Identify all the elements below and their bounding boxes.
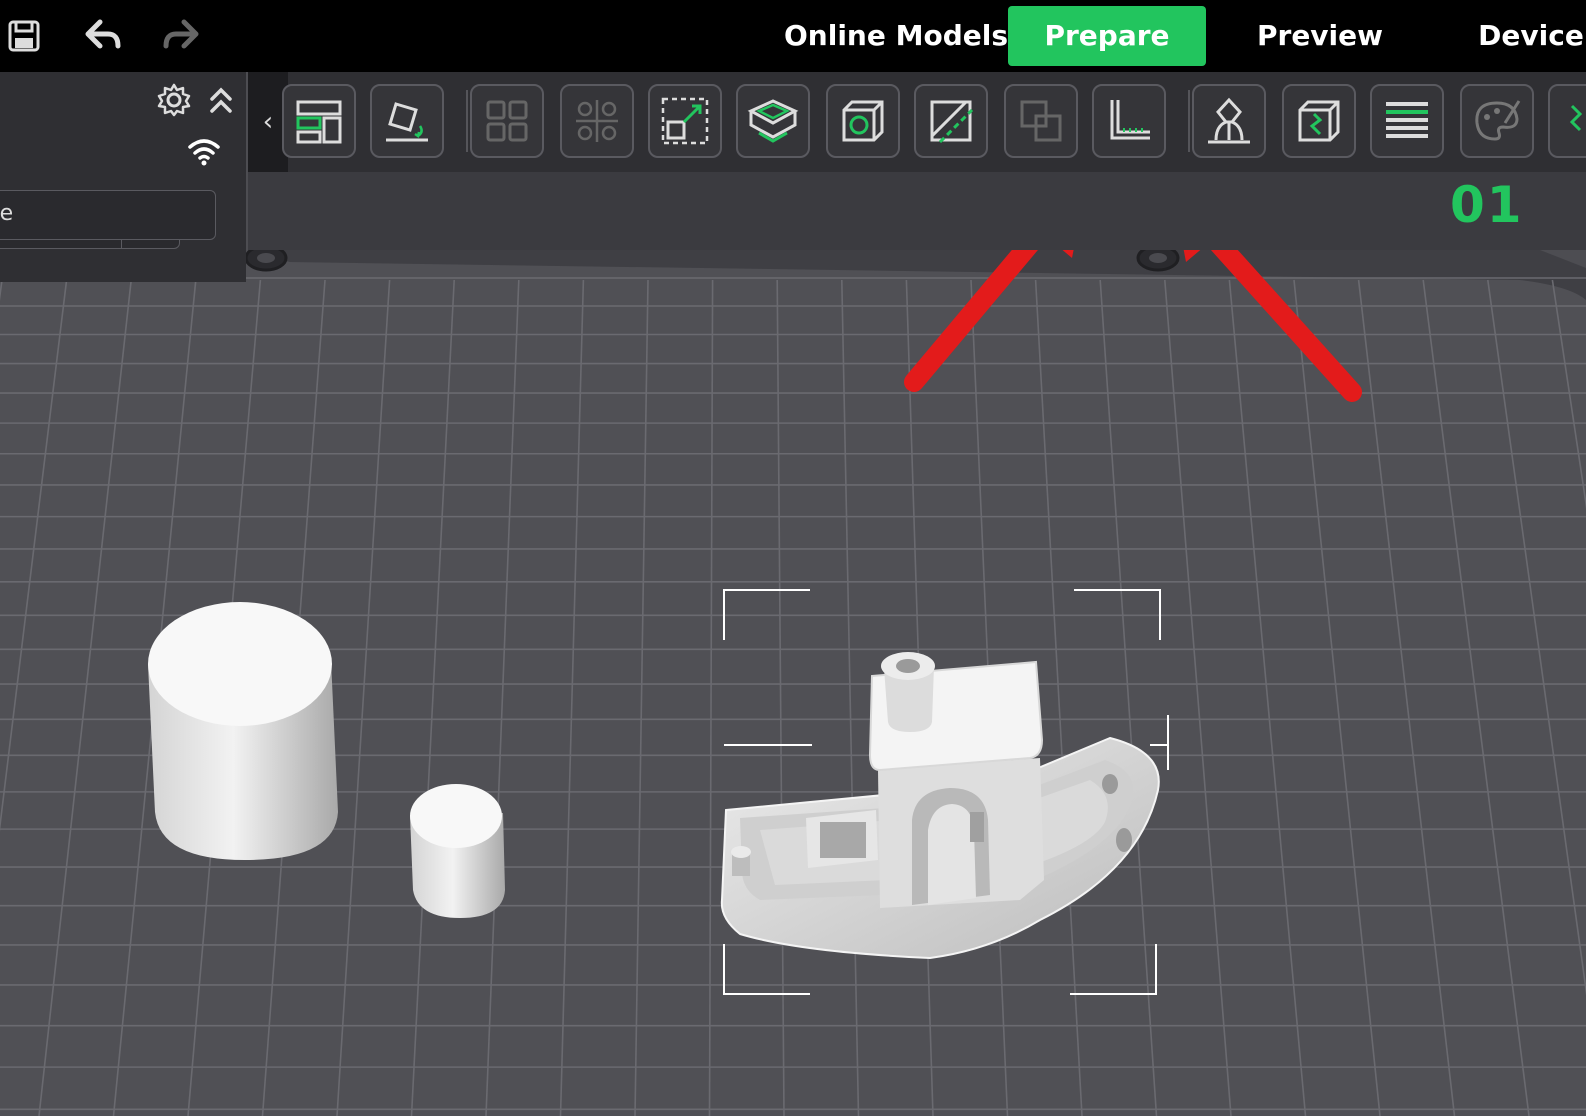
scale-icon[interactable]: [648, 84, 722, 158]
arrange-icon[interactable]: [282, 84, 356, 158]
left-settings-panel: e te: [0, 72, 246, 282]
collapse-up-icon[interactable]: [204, 80, 238, 120]
support-paint-icon[interactable]: [1192, 84, 1266, 158]
chevron-left-icon: ‹: [262, 107, 274, 137]
plate-type-select[interactable]: te: [0, 190, 216, 240]
plate-type-value: te: [0, 201, 14, 226]
color-paint-icon[interactable]: [1460, 84, 1534, 158]
cut-icon[interactable]: [914, 84, 988, 158]
plate-header: [248, 172, 1586, 250]
add-plate-icon[interactable]: [736, 84, 810, 158]
auto-orient-icon[interactable]: [470, 84, 544, 158]
boolean-icon[interactable]: [1004, 84, 1078, 158]
arrange-all-icon[interactable]: [560, 84, 634, 158]
cube-icon[interactable]: [826, 84, 900, 158]
seam-paint-icon[interactable]: [1282, 84, 1356, 158]
cylinder-small-model: [410, 784, 505, 918]
wifi-icon[interactable]: [184, 132, 224, 172]
gear-icon[interactable]: [154, 80, 194, 120]
lay-on-face-icon[interactable]: [370, 84, 444, 158]
plate-number[interactable]: 01: [1450, 176, 1524, 234]
more-tools-icon[interactable]: [1548, 84, 1586, 158]
cylinder-large-model: [148, 602, 338, 860]
variable-layer-height-icon[interactable]: [1370, 84, 1444, 158]
measure-icon[interactable]: [1092, 84, 1166, 158]
